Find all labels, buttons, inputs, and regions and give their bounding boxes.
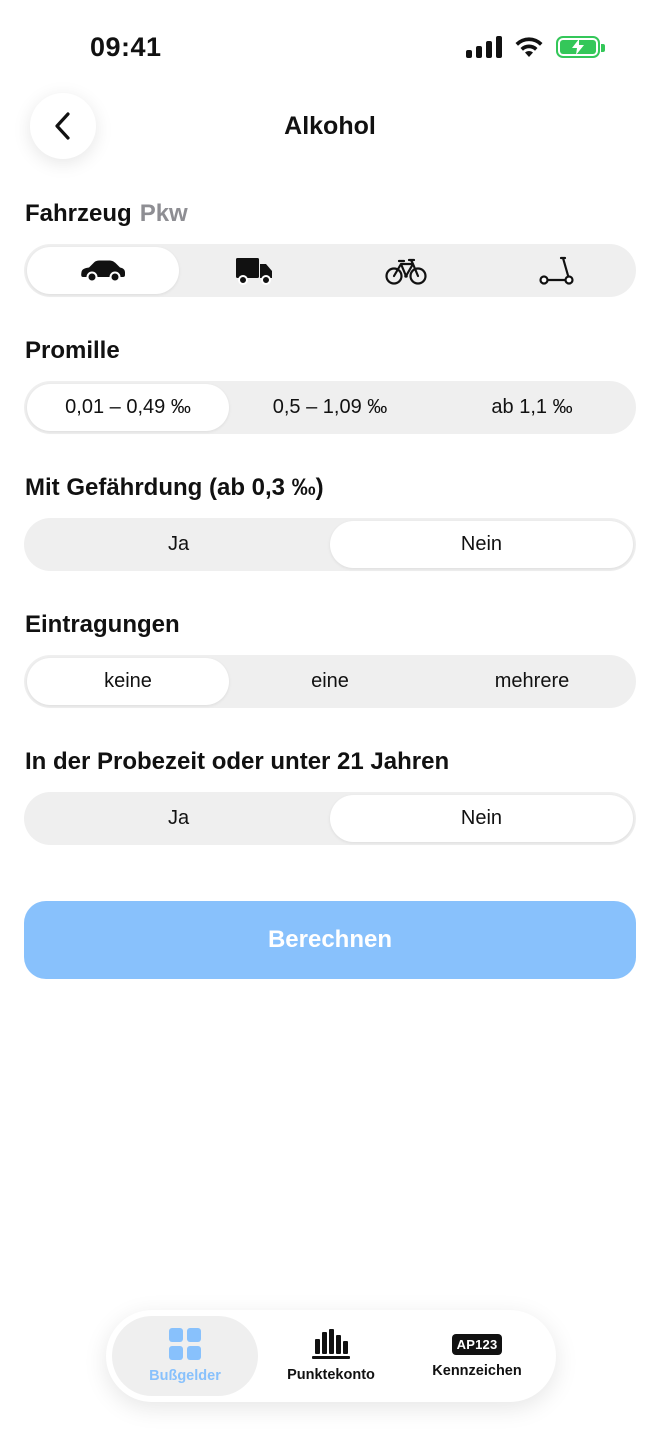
tab-bussgelder-label: Bußgelder: [149, 1368, 221, 1384]
tab-kennzeichen[interactable]: AP123 Kennzeichen: [404, 1316, 550, 1396]
vehicle-label-text: Fahrzeug: [25, 200, 132, 227]
scooter-icon: [539, 256, 574, 285]
page-title: Alkohol: [284, 112, 376, 140]
promille-selector: 0,01 – 0,49 ‰ 0,5 – 1,09 ‰ ab 1,1 ‰: [24, 381, 636, 434]
tab-kennzeichen-label: Kennzeichen: [432, 1362, 522, 1379]
promille-label: Promille: [25, 337, 120, 364]
eintragungen-label: Eintragungen: [25, 611, 180, 638]
wifi-icon: [515, 37, 543, 57]
promille-option-high[interactable]: ab 1,1 ‰: [431, 384, 633, 431]
probezeit-option-ja[interactable]: Ja: [27, 795, 330, 842]
vehicle-option-scooter[interactable]: [482, 247, 634, 294]
tab-punktekonto-label: Punktekonto: [287, 1367, 375, 1383]
vehicle-option-truck[interactable]: [179, 247, 331, 294]
vehicle-option-bicycle[interactable]: [330, 247, 482, 294]
license-plate-icon: AP123: [451, 1333, 503, 1355]
eintragungen-selector: keine eine mehrere: [24, 655, 636, 708]
car-icon: [80, 260, 125, 282]
bicycle-icon: [385, 258, 427, 285]
tab-bussgelder[interactable]: Bußgelder: [112, 1316, 258, 1396]
vehicle-selected-name: Pkw: [139, 200, 188, 227]
grid-icon: [169, 1328, 201, 1360]
eintragungen-option-mehrere[interactable]: mehrere: [431, 658, 633, 705]
promille-option-mid[interactable]: 0,5 – 1,09 ‰: [229, 384, 431, 431]
gefaehrdung-option-nein[interactable]: Nein: [330, 521, 633, 568]
cellular-signal-icon: [466, 36, 502, 58]
vehicle-option-car[interactable]: [27, 247, 179, 294]
gefaehrdung-selector: Ja Nein: [24, 518, 636, 571]
probezeit-selector: Ja Nein: [24, 792, 636, 845]
probezeit-label: In der Probezeit oder unter 21 Jahren: [25, 748, 450, 775]
gefaehrdung-option-ja[interactable]: Ja: [27, 521, 330, 568]
vehicle-label: Fahrzeug Pkw: [25, 200, 188, 228]
status-time: 09:41: [90, 32, 162, 62]
eintragungen-option-keine[interactable]: keine: [27, 658, 229, 705]
promille-option-low[interactable]: 0,01 – 0,49 ‰: [27, 384, 229, 431]
status-icons: [466, 36, 605, 58]
vehicle-selector: [24, 244, 636, 297]
tab-punktekonto[interactable]: Punktekonto: [258, 1316, 404, 1396]
bottom-tab-bar: Bußgelder Punktekonto AP123 Kennzeichen: [106, 1310, 556, 1402]
truck-icon: [236, 257, 273, 285]
eintragungen-option-eine[interactable]: eine: [229, 658, 431, 705]
probezeit-option-nein[interactable]: Nein: [330, 795, 633, 842]
calculate-button[interactable]: Berechnen: [24, 901, 636, 979]
battery-icon: [556, 36, 605, 58]
gefaehrdung-label: Mit Gefährdung (ab 0,3 ‰): [25, 474, 324, 501]
status-bar: 09:41: [0, 0, 660, 90]
bar-chart-icon: [312, 1329, 350, 1359]
